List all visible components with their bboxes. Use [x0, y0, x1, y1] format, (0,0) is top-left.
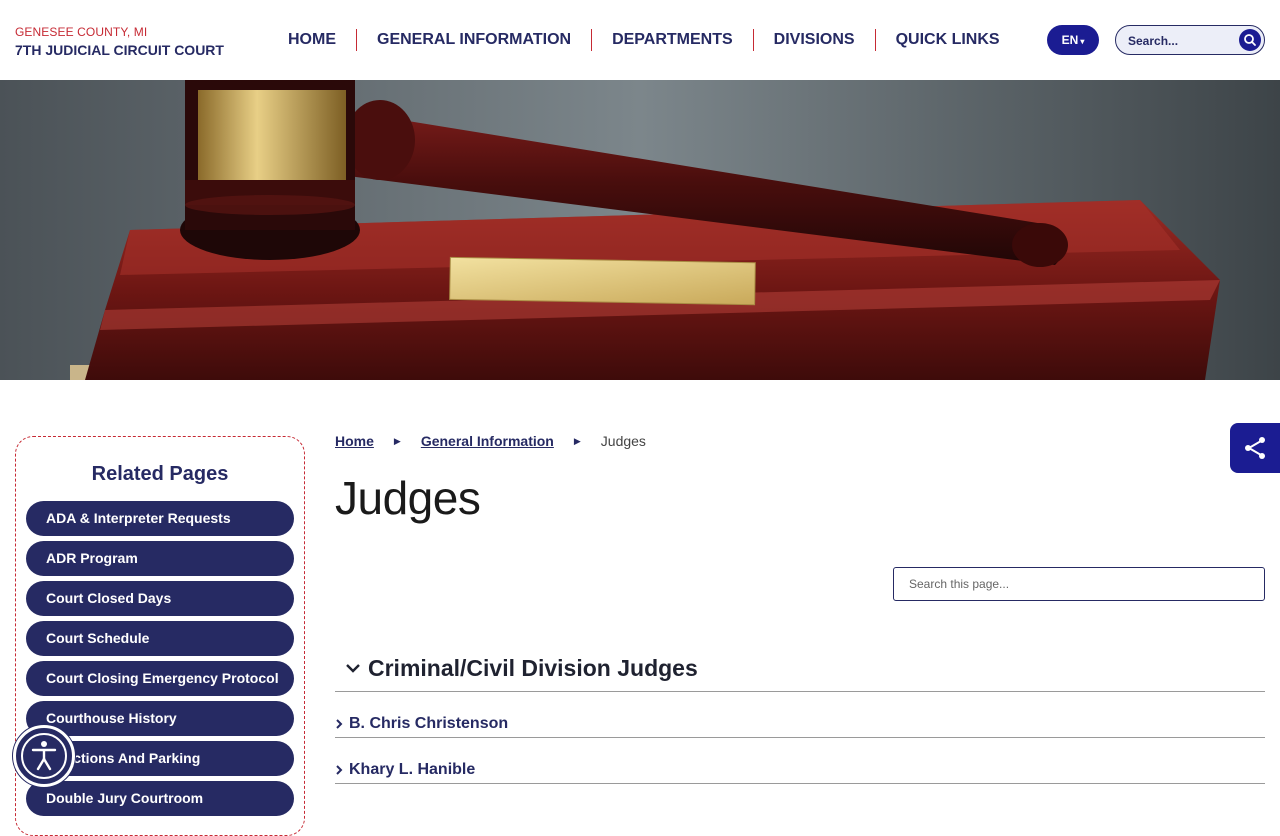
breadcrumb-home[interactable]: Home [335, 433, 374, 449]
language-label: EN [1061, 33, 1079, 47]
site-brand[interactable]: GENESEE COUNTY, MI 7TH JUDICIAL CIRCUIT … [15, 24, 224, 60]
site-search-button[interactable] [1239, 29, 1261, 51]
brand-court-name: 7TH JUDICIAL CIRCUIT COURT [15, 42, 224, 58]
related-pages-title: Related Pages [91, 463, 229, 485]
chevron-down-icon [335, 662, 368, 674]
share-button[interactable] [1230, 423, 1280, 473]
related-link-court-schedule[interactable]: Court Schedule [26, 621, 294, 656]
nav-general-information[interactable]: GENERAL INFORMATION [357, 29, 593, 51]
related-link-double-jury-courtroom[interactable]: Double Jury Courtroom [26, 781, 294, 816]
page-title: Judges [335, 472, 481, 524]
share-icon [1245, 437, 1265, 459]
site-search [1115, 25, 1265, 55]
judge-name: Khary L. Hanible [349, 761, 476, 778]
site-header: GENESEE COUNTY, MI 7TH JUDICIAL CIRCUIT … [0, 0, 1280, 80]
related-link-adr-program[interactable]: ADR Program [26, 541, 294, 576]
breadcrumb-current: Judges [600, 433, 646, 449]
accordion-header-criminal-civil[interactable]: Criminal/Civil Division Judges [335, 645, 1265, 692]
main-nav: HOME GENERAL INFORMATION DEPARTMENTS DIV… [268, 29, 1020, 51]
accessibility-button[interactable] [13, 725, 75, 787]
judges-accordion: Criminal/Civil Division Judges B. Chris … [335, 645, 1265, 784]
nav-home[interactable]: HOME [268, 29, 357, 51]
caret-down-icon: ▾ [1080, 37, 1085, 46]
page-search [893, 567, 1265, 601]
chevron-right-icon [335, 760, 349, 780]
breadcrumb-general-information[interactable]: General Information [421, 433, 554, 449]
judge-name: B. Chris Christenson [349, 715, 509, 732]
chevron-right-icon [335, 714, 349, 734]
related-link-court-closed-days[interactable]: Court Closed Days [26, 581, 294, 616]
related-link-emergency-protocol[interactable]: Court Closing Emergency Protocol [26, 661, 294, 696]
accordion-section-title: Criminal/Civil Division Judges [368, 654, 698, 681]
hero-banner [0, 80, 1280, 380]
gavel-image [0, 80, 1280, 380]
page-search-input[interactable] [894, 568, 1264, 600]
judge-item-hanible[interactable]: Khary L. Hanible [335, 738, 1265, 784]
search-icon [1244, 34, 1256, 46]
breadcrumb: Home ▶ General Information ▶ Judges [335, 432, 646, 450]
judge-item-christenson[interactable]: B. Chris Christenson [335, 692, 1265, 738]
nav-quick-links[interactable]: QUICK LINKS [876, 29, 1020, 51]
chevron-right-icon: ▶ [573, 435, 581, 446]
language-selector[interactable]: EN ▾ [1047, 25, 1099, 55]
nav-departments[interactable]: DEPARTMENTS [592, 29, 754, 51]
chevron-right-icon: ▶ [393, 435, 401, 446]
accessibility-icon [21, 733, 67, 779]
related-link-ada-interpreter[interactable]: ADA & Interpreter Requests [26, 501, 294, 536]
nav-divisions[interactable]: DIVISIONS [754, 29, 876, 51]
site-search-input[interactable] [1128, 32, 1228, 50]
brand-county: GENESEE COUNTY, MI [15, 25, 148, 39]
